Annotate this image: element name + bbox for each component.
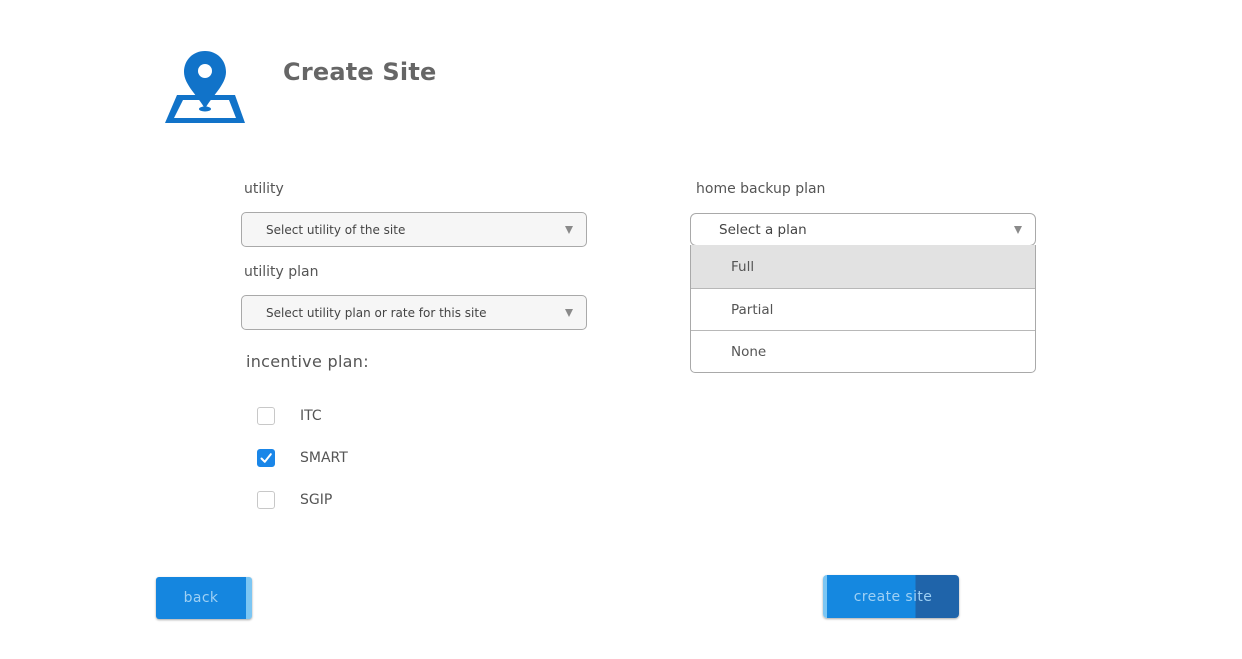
incentive-plan-label: incentive plan:	[246, 352, 369, 371]
home-backup-plan-select[interactable]: Select a plan	[690, 213, 1036, 246]
sgip-label: SGIP	[300, 492, 333, 508]
utility-plan-label: utility plan	[244, 264, 319, 280]
utility-select-value: Select utility of the site	[266, 222, 406, 237]
utility-label: utility	[244, 181, 284, 197]
utility-plan-select[interactable]: Select utility plan or rate for this sit…	[241, 295, 587, 330]
chevron-down-icon	[565, 225, 573, 234]
create-site-button-label: create site	[853, 588, 933, 605]
create-site-button[interactable]: create site	[823, 575, 959, 618]
back-button-label: back	[183, 590, 219, 606]
back-button[interactable]: back	[156, 577, 252, 619]
checkmark-icon	[260, 453, 272, 463]
chevron-down-icon	[1014, 225, 1022, 234]
dropdown-option-full[interactable]: Full	[691, 245, 1035, 288]
incentive-option-smart[interactable]: SMART	[257, 449, 348, 467]
home-backup-plan-select-value: Select a plan	[719, 221, 807, 238]
utility-plan-select-value: Select utility plan or rate for this sit…	[266, 305, 487, 320]
dropdown-option-partial[interactable]: Partial	[691, 288, 1035, 330]
itc-label: ITC	[300, 408, 322, 424]
map-pin-icon	[163, 49, 247, 125]
smart-checkbox[interactable]	[257, 449, 275, 467]
itc-checkbox[interactable]	[257, 407, 275, 425]
utility-select[interactable]: Select utility of the site	[241, 212, 587, 247]
incentive-option-itc[interactable]: ITC	[257, 407, 322, 425]
smart-label: SMART	[300, 450, 348, 466]
chevron-down-icon	[565, 308, 573, 317]
sgip-checkbox[interactable]	[257, 491, 275, 509]
incentive-option-sgip[interactable]: SGIP	[257, 491, 332, 509]
home-backup-plan-label: home backup plan	[696, 181, 826, 197]
home-backup-plan-dropdown: Full Partial None	[690, 245, 1036, 373]
page-title: Create Site	[283, 58, 437, 86]
dropdown-option-none[interactable]: None	[691, 330, 1035, 372]
